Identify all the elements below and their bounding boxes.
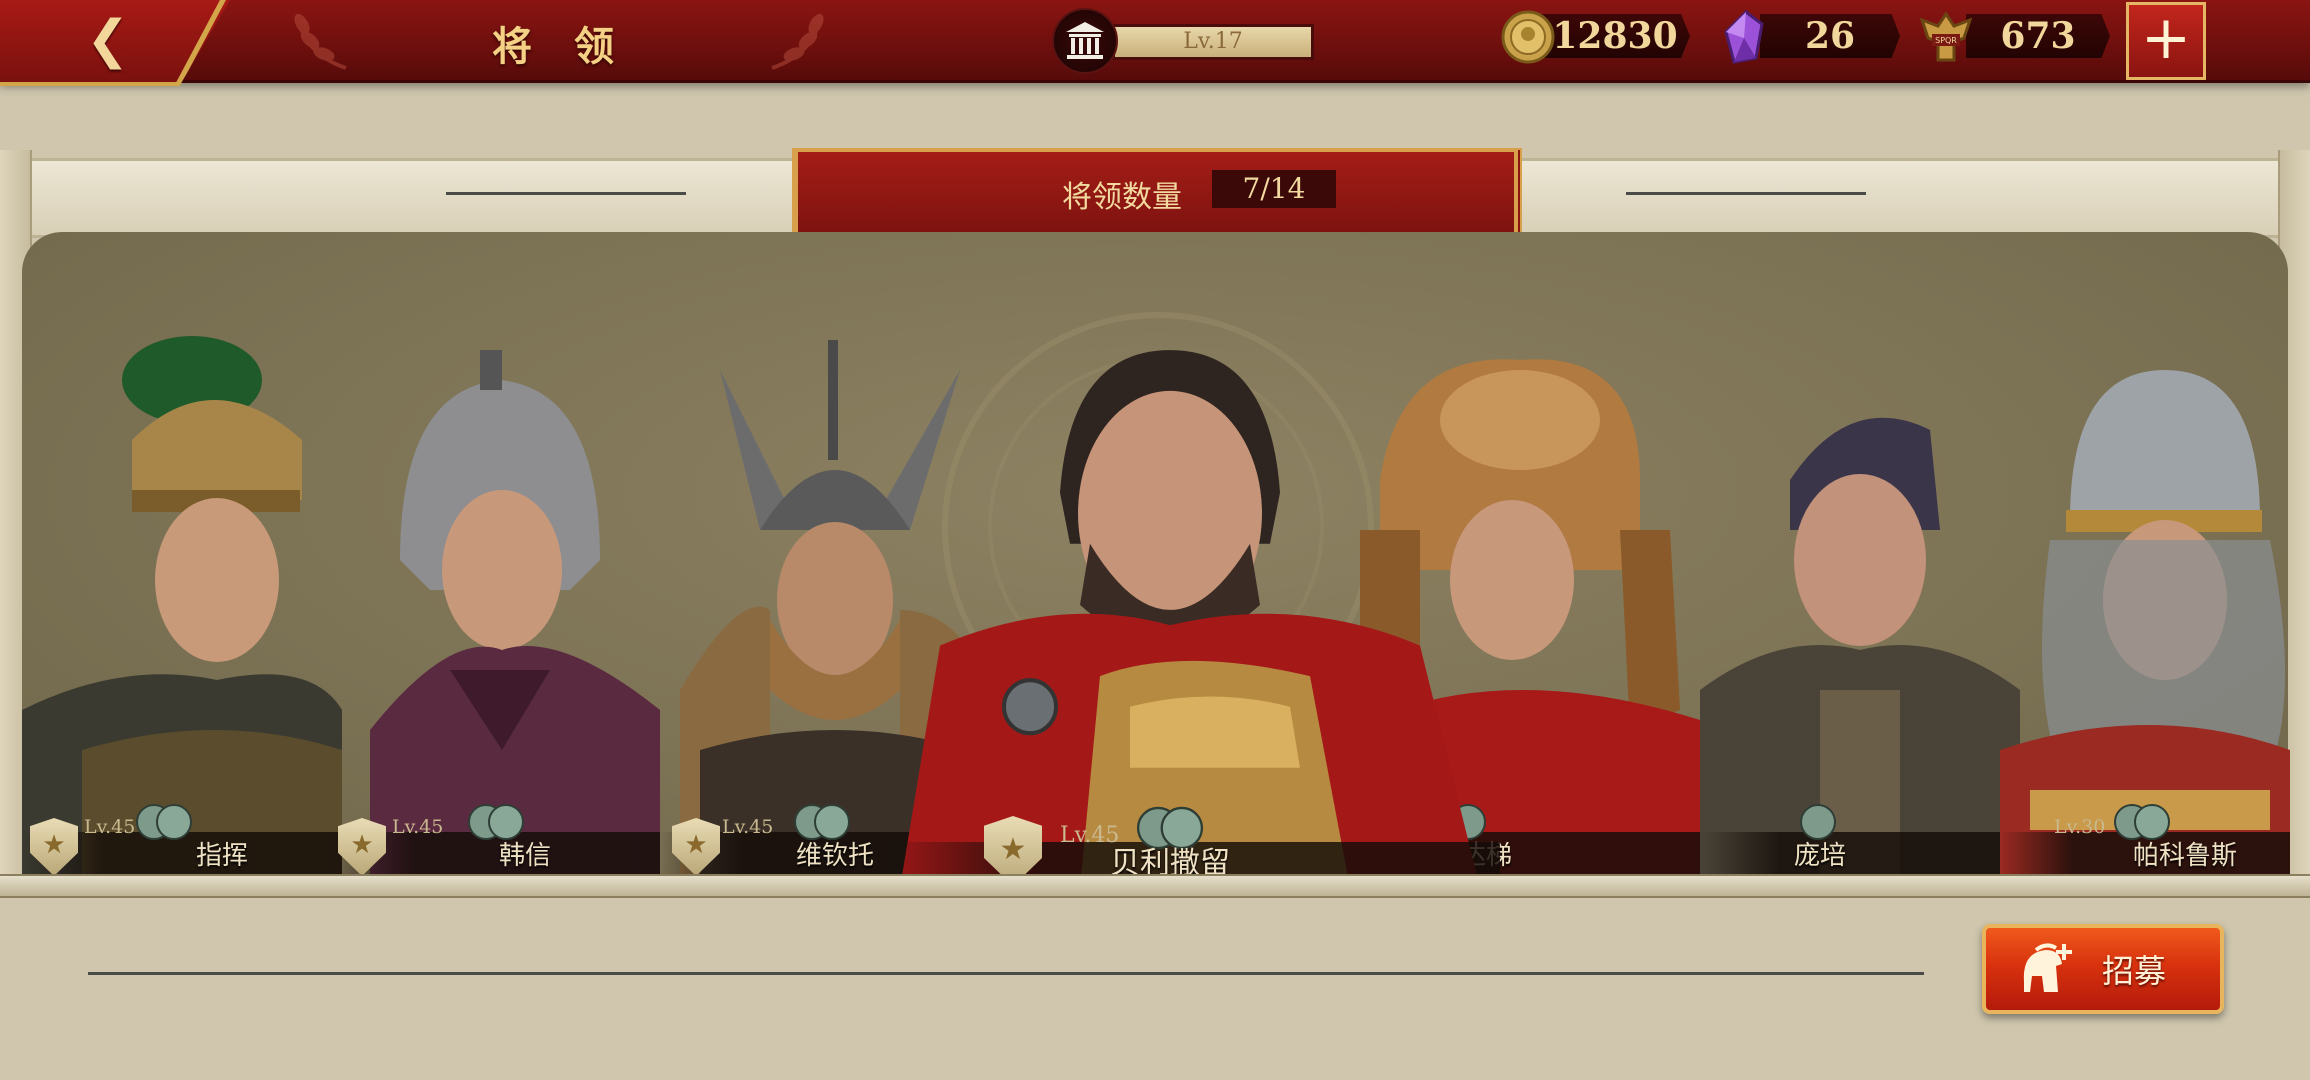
general-name: 韩信	[498, 841, 551, 871]
level-text: Lv.17	[1112, 24, 1314, 60]
general-portrait	[1700, 417, 2020, 878]
general-card[interactable]: 庞培	[1700, 330, 2020, 878]
recruit-label: 招募	[2102, 952, 2167, 990]
add-resource-button[interactable]: +	[2126, 2, 2206, 80]
general-card[interactable]: ★ Lv.45 韩信	[330, 330, 660, 878]
helmet-plus-icon	[2023, 943, 2072, 992]
gem-amount: 26	[1760, 14, 1900, 58]
general-name: 庞培	[1793, 841, 1846, 871]
player-level[interactable]: Lv.17	[1052, 8, 1314, 74]
back-button[interactable]: ❮	[0, 0, 230, 86]
general-portrait	[370, 350, 660, 878]
general-name: 帕科鲁斯	[2132, 841, 2237, 871]
spqr-eagle-icon: SPQR	[1919, 11, 1973, 62]
panel-bottom-border	[0, 874, 2310, 898]
general-count-banner: 将领数量 7/14	[794, 148, 1518, 240]
gold-amount: 12830	[1540, 14, 1690, 58]
laurel-right-icon	[771, 13, 824, 70]
general-count-label: 将领数量	[1062, 180, 1182, 215]
general-card[interactable]: Lv.30 帕科鲁斯	[2000, 330, 2290, 878]
svg-text:SPQR: SPQR	[1935, 36, 1957, 45]
general-card[interactable]: ★ Lv.45 指挥	[22, 330, 342, 878]
top-bar: ❮ 将 领 Lv.17 12830 26 673 SPQR +	[0, 0, 2310, 86]
general-portrait	[22, 336, 342, 878]
temple-icon	[1052, 8, 1118, 74]
back-arrow-icon: ❮	[86, 10, 130, 70]
recruit-button[interactable]: 招募	[1982, 924, 2224, 1014]
purple-gem-icon	[1724, 10, 1764, 64]
general-card-featured[interactable]: ★ Lv.45 贝利撒留	[880, 340, 1500, 888]
page-title: 将 领	[492, 23, 628, 70]
gold-coin-icon	[1501, 10, 1555, 64]
header-divider-right	[1626, 192, 1866, 195]
bottom-divider	[88, 972, 1924, 975]
header-divider-left	[446, 192, 686, 195]
general-count-value: 7/14	[1212, 170, 1336, 208]
laurel-left-icon	[294, 13, 347, 70]
general-portrait	[2000, 370, 2290, 878]
token-amount: 673	[1966, 14, 2110, 58]
